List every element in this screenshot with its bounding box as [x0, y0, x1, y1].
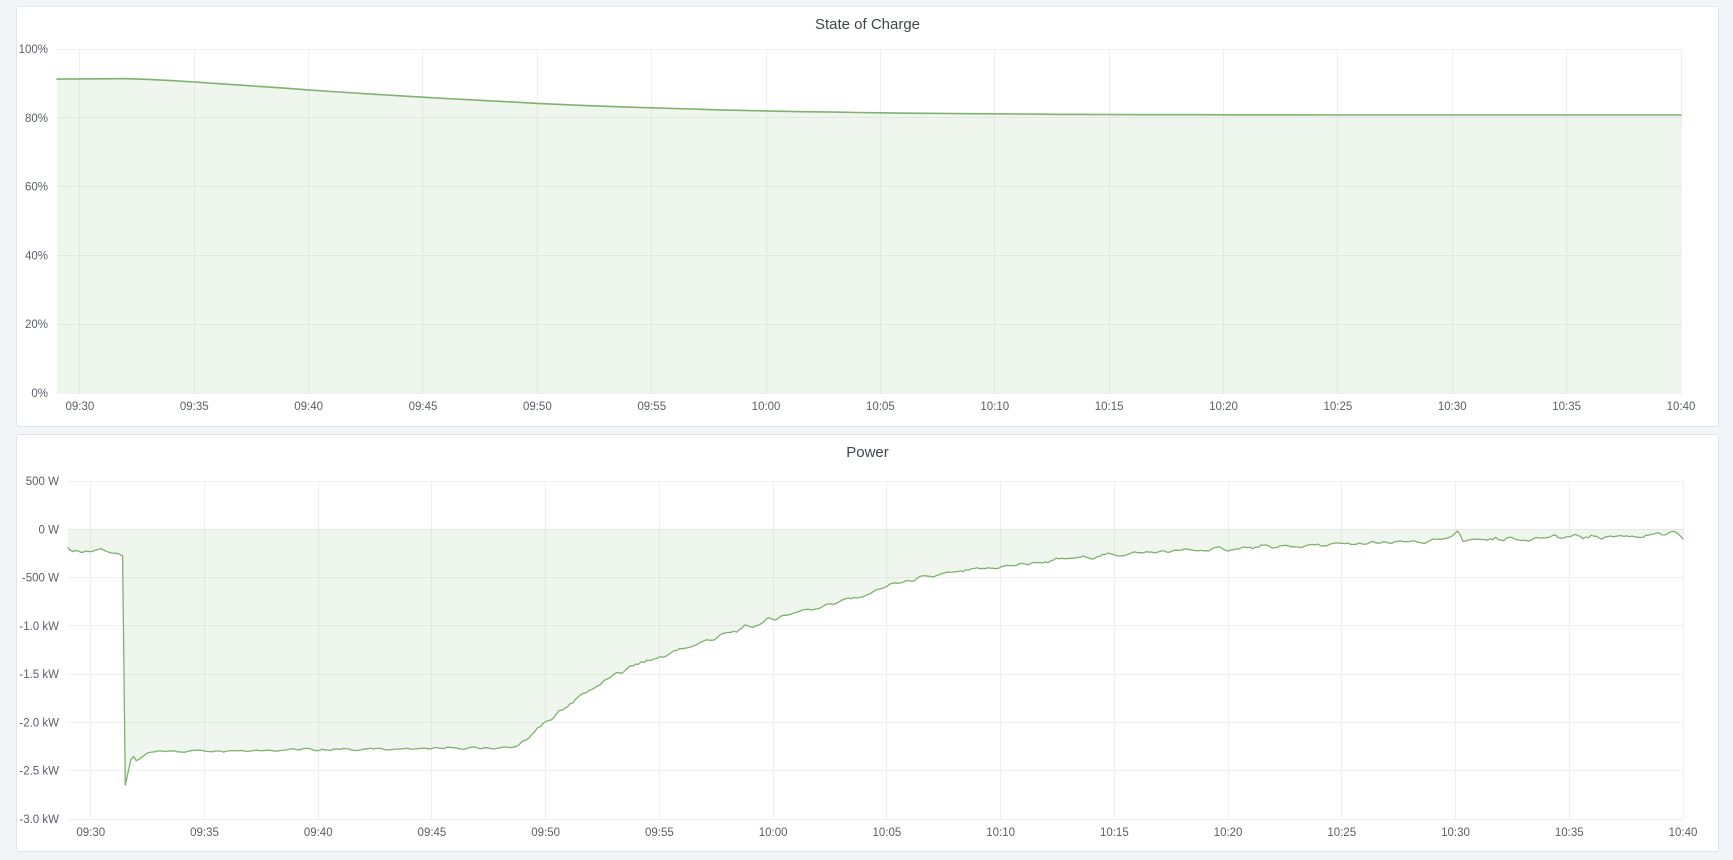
y-tick-label: 100% — [19, 44, 48, 56]
y-tick-label: 500 W — [26, 476, 59, 488]
x-tick-label: 09:35 — [190, 827, 219, 839]
x-tick-label: 09:40 — [294, 401, 323, 413]
panel-title-power[interactable]: Power — [17, 444, 1718, 461]
x-tick-label: 09:45 — [418, 827, 447, 839]
x-tick-label: 09:50 — [523, 401, 552, 413]
x-tick-label: 09:55 — [645, 827, 674, 839]
x-tick-label: 09:50 — [531, 827, 560, 839]
x-tick-label: 10:00 — [759, 827, 788, 839]
x-tick-label: 10:40 — [1667, 401, 1696, 413]
x-tick-label: 09:45 — [409, 401, 438, 413]
x-tick-label: 10:00 — [752, 401, 781, 413]
x-tick-label: 10:15 — [1100, 827, 1129, 839]
x-tick-label: 09:30 — [65, 401, 94, 413]
y-tick-label: -1.0 kW — [19, 621, 59, 633]
x-tick-label: 10:05 — [872, 827, 901, 839]
x-tick-label: 10:15 — [1095, 401, 1124, 413]
x-tick-label: 10:05 — [866, 401, 895, 413]
y-tick-label: -2.0 kW — [19, 717, 59, 729]
x-tick-label: 10:20 — [1214, 827, 1243, 839]
x-tick-label: 10:40 — [1669, 827, 1698, 839]
x-tick-label: 09:30 — [76, 827, 105, 839]
power-chart[interactable]: 500 W 0 W -500 W -1.0 kW -1.5 kW -2.0 kW -2.5 … — [17, 435, 1718, 851]
x-tick-label: 10:10 — [986, 827, 1015, 839]
y-tick-label: 80% — [25, 113, 48, 125]
x-tick-label: 10:35 — [1552, 401, 1581, 413]
y-tick-label: 40% — [25, 250, 48, 262]
panel-state-of-charge: State of Charge 100% 80% 60% 40% 20% 0% 09:30 0… — [16, 6, 1719, 427]
x-tick-label: 10:30 — [1438, 401, 1467, 413]
grafana-dashboard: State of Charge 100% 80% 60% 40% 20% 0% 09:30 0… — [0, 0, 1733, 860]
panel-title-state-of-charge[interactable]: State of Charge — [17, 16, 1718, 33]
x-tick-label: 10:10 — [980, 401, 1009, 413]
x-tick-label: 09:35 — [180, 401, 209, 413]
y-tick-label: -2.5 kW — [19, 766, 59, 778]
y-tick-label: 60% — [25, 182, 48, 194]
y-tick-label: 20% — [25, 319, 48, 331]
y-tick-label: -1.5 kW — [19, 669, 59, 681]
y-tick-label: 0 W — [39, 524, 60, 536]
series-fill-0 — [68, 529, 1683, 785]
x-tick-label: 10:35 — [1555, 827, 1584, 839]
x-tick-label: 10:25 — [1327, 827, 1356, 839]
x-tick-label: 10:30 — [1441, 827, 1470, 839]
panel-power: Power 500 W 0 W -500 W -1.0 kW -1.5 kW -2.0 k… — [16, 434, 1719, 852]
y-tick-label: -500 W — [22, 573, 59, 585]
x-tick-label: 10:20 — [1209, 401, 1238, 413]
y-tick-label: 0% — [31, 388, 48, 400]
series-fill-0 — [57, 79, 1681, 393]
y-tick-label: -3.0 kW — [19, 814, 59, 826]
x-tick-label: 09:40 — [304, 827, 333, 839]
x-tick-label: 10:25 — [1324, 401, 1353, 413]
state-of-charge-chart[interactable]: 100% 80% 60% 40% 20% 0% 09:30 09:35 09:40 09:45 09… — [17, 7, 1718, 426]
x-tick-label: 09:55 — [637, 401, 666, 413]
